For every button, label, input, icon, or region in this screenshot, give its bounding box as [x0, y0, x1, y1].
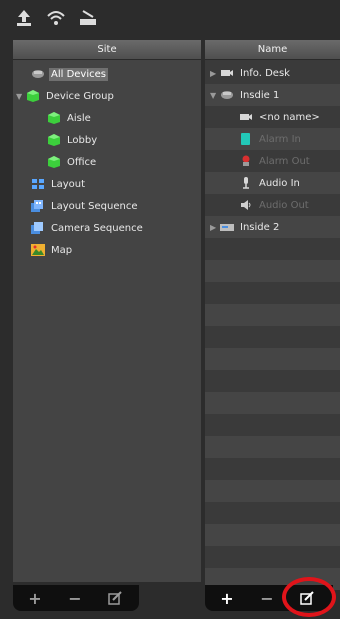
table-row — [205, 282, 340, 304]
tree-item-alarm-in[interactable]: Alarm In — [205, 128, 340, 150]
tree-item-label: Office — [67, 156, 97, 168]
dvr-icon — [220, 224, 234, 231]
highlight-ring — [282, 577, 336, 617]
map-icon — [31, 244, 45, 256]
collapsed-arrow-icon[interactable]: ▶ — [210, 223, 220, 232]
tree-item-label: Aisle — [67, 112, 91, 124]
table-row — [205, 304, 340, 326]
green-cube-icon — [48, 134, 60, 146]
tree-item-layout[interactable]: Layout — [31, 174, 87, 194]
tree-item-layout-sequence[interactable]: Layout Sequence — [31, 196, 140, 216]
green-cube-icon — [48, 156, 60, 168]
upload-icon[interactable] — [14, 8, 34, 28]
tree-item-camera-sequence[interactable]: Camera Sequence — [31, 218, 145, 238]
tree-item-insdie-1[interactable]: ▼ Insdie 1 — [205, 84, 340, 106]
tree-item-label: Layout Sequence — [51, 200, 138, 212]
table-row — [205, 546, 340, 568]
green-cube-icon — [48, 112, 60, 124]
camera-icon — [240, 114, 252, 120]
alarm-out-icon — [242, 155, 250, 166]
alarm-in-icon — [241, 133, 250, 145]
table-row — [205, 414, 340, 436]
collapsed-arrow-icon[interactable]: ▶ — [210, 69, 220, 78]
tree-item-label: Inside 2 — [240, 221, 280, 233]
tree-item-label: Alarm In — [259, 133, 301, 145]
name-column-header[interactable]: Name — [205, 40, 340, 60]
site-panel: Site All Devices ▼ Device Group Aisle Lo… — [13, 40, 201, 582]
edit-button[interactable] — [99, 586, 131, 610]
top-toolbar — [0, 0, 340, 36]
tree-item-aisle[interactable]: Aisle — [47, 108, 93, 128]
wifi-signal-icon[interactable] — [46, 8, 66, 28]
tree-item-inside-2[interactable]: ▶ Inside 2 — [205, 216, 340, 238]
expanded-arrow-icon[interactable]: ▼ — [210, 91, 220, 100]
name-panel: Name ▶ Info. Desk ▼ Insdie 1 <no name> A… — [205, 40, 340, 590]
tree-item-label: All Devices — [49, 67, 108, 81]
tree-item-map[interactable]: Map — [31, 240, 74, 260]
tree-item-label: Audio In — [259, 177, 300, 189]
table-row — [205, 502, 340, 524]
site-panel-toolbar: + − — [13, 585, 139, 611]
add-button[interactable]: + — [211, 586, 243, 610]
tree-item-all-devices[interactable]: All Devices — [31, 64, 108, 84]
tree-item-label: <no name> — [259, 111, 320, 123]
tree-item-audio-out[interactable]: Audio Out — [205, 194, 340, 216]
device-icon — [221, 91, 233, 99]
tree-item-office[interactable]: Office — [47, 152, 98, 172]
table-row — [205, 326, 340, 348]
tree-item-label: Device Group — [46, 90, 114, 102]
table-row — [205, 238, 340, 260]
expanded-arrow-icon[interactable]: ▼ — [16, 92, 26, 101]
layout-sequence-icon — [31, 200, 43, 212]
tree-item-label: Alarm Out — [259, 155, 310, 167]
remove-button[interactable]: − — [59, 586, 91, 610]
add-button[interactable]: + — [19, 586, 51, 610]
remove-button[interactable]: − — [251, 586, 283, 610]
table-row — [205, 524, 340, 546]
devices-icon — [32, 70, 44, 78]
tree-item-device-group[interactable]: ▼ Device Group — [16, 86, 116, 106]
table-row — [205, 370, 340, 392]
scanner-icon[interactable] — [78, 8, 98, 28]
tree-item-info-desk[interactable]: ▶ Info. Desk — [205, 62, 340, 84]
tree-item-label: Lobby — [67, 134, 98, 146]
table-row — [205, 392, 340, 414]
tree-item-label: Map — [51, 244, 73, 256]
table-row — [205, 348, 340, 370]
table-row — [205, 436, 340, 458]
tree-item-alarm-out[interactable]: Alarm Out — [205, 150, 340, 172]
tree-item-label: Insdie 1 — [240, 89, 280, 101]
edit-icon — [108, 591, 122, 605]
site-column-header[interactable]: Site — [13, 40, 201, 60]
table-row — [205, 480, 340, 502]
tree-item-label: Camera Sequence — [51, 222, 143, 234]
green-cube-icon — [27, 90, 39, 102]
speaker-icon — [241, 200, 251, 210]
table-row — [205, 260, 340, 282]
microphone-icon — [243, 177, 249, 189]
tree-item-label: Layout — [51, 178, 85, 190]
table-row — [205, 458, 340, 480]
tree-item-label: Info. Desk — [240, 67, 290, 79]
camera-icon — [221, 70, 233, 76]
tree-item-label: Audio Out — [259, 199, 309, 211]
tree-item-no-name[interactable]: <no name> — [205, 106, 340, 128]
layout-grid-icon — [32, 179, 44, 189]
camera-sequence-icon — [31, 222, 43, 234]
tree-item-audio-in[interactable]: Audio In — [205, 172, 340, 194]
tree-item-lobby[interactable]: Lobby — [47, 130, 99, 150]
